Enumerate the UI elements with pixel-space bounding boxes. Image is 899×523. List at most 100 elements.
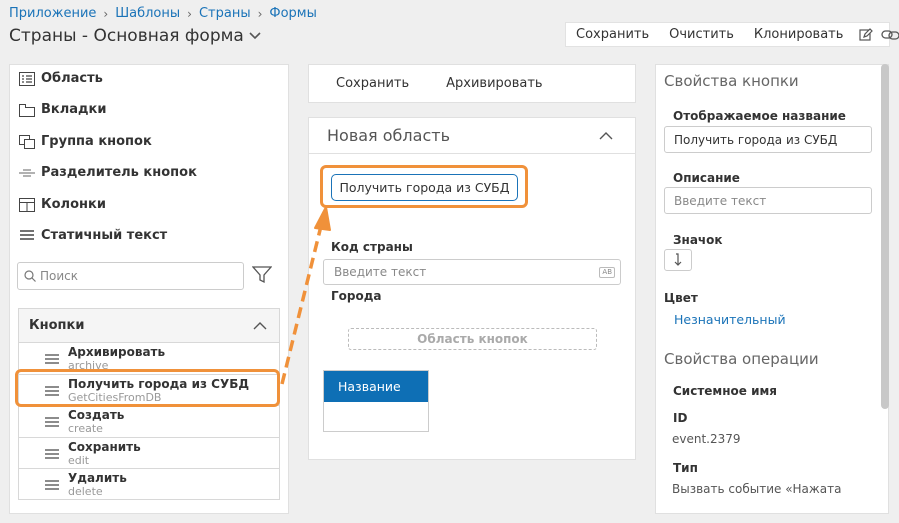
breadcrumb-app[interactable]: Приложение [9,6,96,21]
form-save-button[interactable]: Сохранить [336,76,409,91]
list-item-title: Сохранить [68,439,141,454]
list-item[interactable]: Создать create [19,406,279,438]
list-item-title: Архивировать [68,345,166,359]
cities-label: Города [331,289,382,303]
list-item-title: Создать [68,408,125,423]
separator-icon [17,166,37,180]
form-archive-button[interactable]: Архивировать [446,76,542,91]
icon-label: Значок [673,233,723,247]
properties-panel: Свойства кнопки Отображаемое название Оп… [655,64,889,514]
icon-picker[interactable] [664,249,692,271]
operation-properties-heading: Свойства операции [664,350,819,368]
list-item-code: delete [68,485,103,499]
system-name-label: Системное имя [673,384,778,398]
form-area-header[interactable]: Новая область [309,118,635,154]
color-label: Цвет [664,291,698,305]
display-name-field [664,126,872,153]
arrow-down-icon [673,253,683,267]
description-input[interactable] [674,193,864,208]
link-icon[interactable] [881,28,899,42]
toolbox-static-text[interactable]: Статичный текст [17,228,167,243]
toolbox-area-label: Область [41,71,103,86]
page-title-text: Страны - Основная форма [9,26,244,46]
toolbox-button-group-label: Группа кнопок [41,134,152,149]
list-item[interactable]: Получить города из СУБД GetCitiesFromDB [19,375,279,407]
tabs-icon [17,103,37,117]
drag-handle-icon[interactable] [45,449,59,459]
get-cities-button[interactable]: Получить города из СУБД [331,174,518,201]
form-toolbar: Сохранить Архивировать [308,64,636,103]
list-item-code: GetCitiesFromDB [68,390,162,404]
breadcrumb: Приложение › Шаблоны › Страны › Формы [9,6,317,21]
drag-handle-icon[interactable] [45,385,59,396]
breadcrumb-separator: › [187,6,192,21]
search-input[interactable] [40,269,230,283]
country-code-label: Код страны [331,240,413,254]
drag-handle-icon[interactable] [45,354,59,364]
page-title[interactable]: Страны - Основная форма [9,26,261,46]
type-label: Тип [673,461,698,475]
toolbox-button-group[interactable]: Группа кнопок [17,134,152,149]
form-area: Новая область Получить города из СУБД Ко… [308,117,636,460]
edit-icon[interactable] [859,27,874,42]
toolbox-separator-label: Разделитель кнопок [41,165,197,180]
breadcrumb-templates[interactable]: Шаблоны [115,6,180,21]
columns-icon [17,197,37,212]
breadcrumb-countries[interactable]: Страны [199,6,251,21]
text-type-badge: AB [599,267,615,278]
filter-icon[interactable] [252,266,272,284]
chevron-down-icon[interactable] [249,32,261,40]
toolbox-panel: Область Вкладки Группа кнопок Разделител… [9,64,289,514]
description-field [664,187,872,214]
text-lines-icon [17,229,37,243]
id-label: ID [673,411,688,425]
display-name-label: Отображаемое название [673,109,846,123]
breadcrumb-separator: › [103,6,109,21]
description-label: Описание [673,171,740,185]
display-name-input[interactable] [674,132,864,147]
drag-handle-icon[interactable] [45,417,59,427]
toolbox-columns-label: Колонки [41,197,106,212]
list-item-code: create [68,422,103,436]
button-group-icon [17,134,37,149]
chevron-up-icon[interactable] [253,321,267,330]
top-toolbar: Сохранить Очистить Клонировать [565,22,899,47]
country-code-input[interactable] [334,265,589,279]
buttons-group: Кнопки Архивировать archive Получить гор… [18,308,280,500]
list-item-code: archive [68,359,109,372]
properties-scrollbar[interactable] [881,64,889,409]
search-field [17,262,244,290]
breadcrumb-forms[interactable]: Формы [269,6,316,21]
country-code-field: AB [323,259,621,285]
search-icon [24,270,36,282]
id-value: event.2379 [672,432,741,446]
buttons-drop-area[interactable]: Область кнопок [348,328,597,350]
form-area-title: Новая область [327,126,450,145]
buttons-group-header[interactable]: Кнопки [19,309,279,343]
list-item-code: edit [68,453,90,467]
chevron-up-icon[interactable] [599,131,613,140]
drag-handle-icon[interactable] [45,480,59,491]
type-value: Вызвать событие «Нажата [672,482,842,496]
list-item-title: Получить города из СУБД [68,376,250,391]
toolbox-area[interactable]: Область [17,71,103,86]
toolbox-columns[interactable]: Колонки [17,197,106,212]
top-save-button[interactable]: Сохранить [566,27,659,42]
color-value-link[interactable]: Незначительный [674,312,786,327]
list-item-title: Удалить [68,471,127,486]
toolbox-tabs-label: Вкладки [41,102,107,117]
toolbox-tabs[interactable]: Вкладки [17,102,106,117]
toolbox-separator[interactable]: Разделитель кнопок [17,165,197,180]
list-item[interactable]: Удалить delete [19,469,279,499]
breadcrumb-separator: › [257,6,263,21]
buttons-group-title: Кнопки [29,318,85,333]
cities-table: Название [323,370,429,432]
list-icon [17,71,37,86]
list-item[interactable]: Архивировать archive [19,343,279,375]
button-properties-heading: Свойства кнопки [664,72,799,90]
top-clone-button[interactable]: Клонировать [744,27,854,42]
toolbox-static-text-label: Статичный текст [41,228,168,243]
top-clear-button[interactable]: Очистить [659,27,744,42]
table-header-name[interactable]: Название [324,371,428,402]
list-item[interactable]: Сохранить edit [19,438,279,470]
